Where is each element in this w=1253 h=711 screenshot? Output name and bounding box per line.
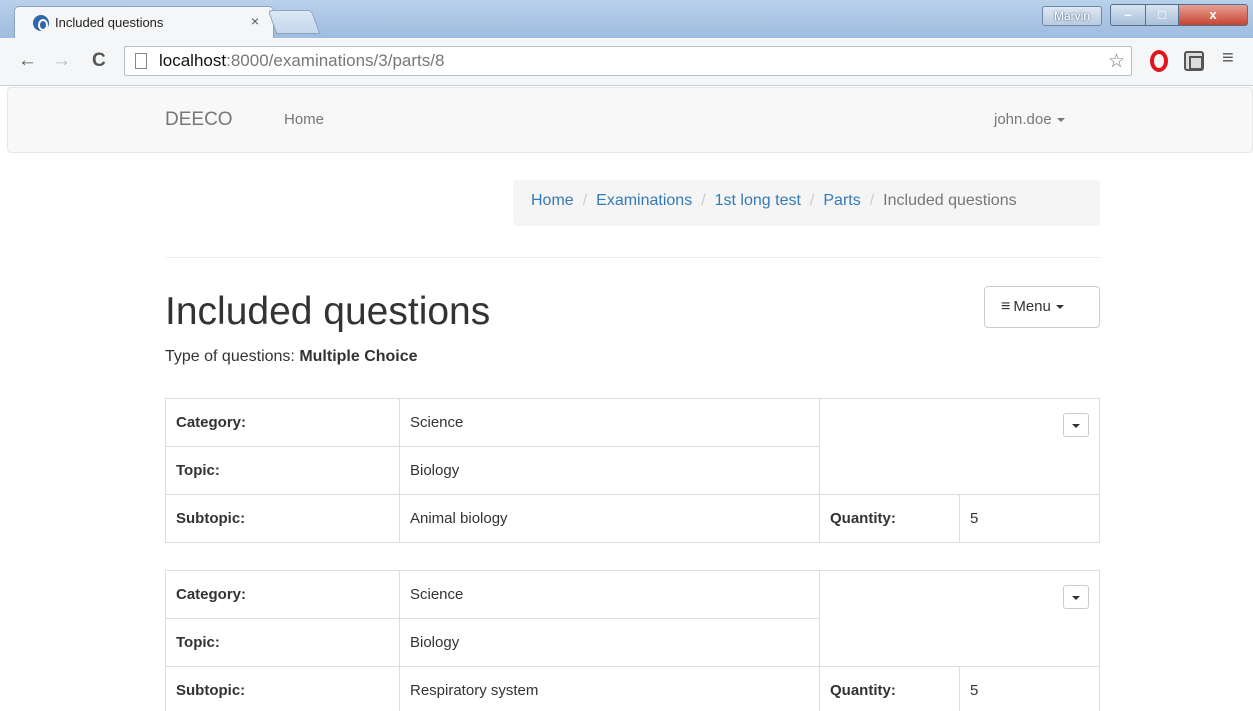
window-close-button[interactable]: x bbox=[1178, 4, 1248, 26]
table-row: Subtopic: Animal biology Quantity: 5 bbox=[165, 494, 1100, 543]
subtopic-label: Subtopic: bbox=[165, 494, 400, 543]
caret-down-icon bbox=[1056, 118, 1065, 123]
breadcrumb-exam[interactable]: 1st long test bbox=[715, 192, 801, 209]
row-dropdown-button[interactable] bbox=[1063, 413, 1089, 437]
user-dropdown[interactable]: john.doe bbox=[994, 111, 1065, 128]
category-value: Science bbox=[399, 570, 820, 619]
question-type-label: Type of questions: bbox=[165, 348, 300, 365]
quantity-value: 5 bbox=[959, 666, 1100, 711]
browser-menu-icon[interactable]: ≡ bbox=[1222, 47, 1234, 70]
hamburger-icon: ≡ bbox=[1001, 298, 1011, 315]
browser-tab[interactable]: Included questions × bbox=[14, 6, 274, 38]
topic-label: Topic: bbox=[165, 446, 400, 495]
category-label: Category: bbox=[165, 398, 400, 447]
nav-home-link[interactable]: Home bbox=[284, 111, 324, 128]
breadcrumb-parts[interactable]: Parts bbox=[823, 192, 860, 209]
subtopic-value: Animal biology bbox=[399, 494, 820, 543]
window-minimize-button[interactable]: – bbox=[1110, 4, 1146, 26]
question-set-table: Category: Science Topic: Biology Subtopi… bbox=[165, 398, 1100, 543]
breadcrumb-separator: / bbox=[809, 192, 815, 209]
reload-icon[interactable]: C bbox=[92, 50, 106, 72]
breadcrumb-separator: / bbox=[701, 192, 706, 209]
question-type-value: Multiple Choice bbox=[299, 348, 418, 365]
tab-close-icon[interactable]: × bbox=[251, 13, 259, 29]
table-row: Category: Science bbox=[165, 570, 1100, 667]
url-host: localhost bbox=[159, 51, 227, 70]
caret-down-icon bbox=[1072, 424, 1080, 428]
caret-down-icon bbox=[1072, 596, 1080, 600]
page-icon bbox=[135, 53, 147, 69]
breadcrumb-current: Included questions bbox=[883, 192, 1017, 209]
table-row: Subtopic: Respiratory system Quantity: 5 bbox=[165, 666, 1100, 711]
back-arrow-icon[interactable]: ← bbox=[18, 50, 37, 72]
breadcrumb: Home / Examinations / 1st long test / Parts / In… bbox=[513, 180, 1100, 226]
brand-link[interactable]: DEECO bbox=[165, 109, 233, 131]
subtopic-value: Respiratory system bbox=[399, 666, 820, 711]
url-path: :8000/examinations/3/parts/8 bbox=[226, 51, 445, 70]
menu-label: Menu bbox=[1013, 298, 1051, 315]
divider bbox=[165, 257, 1100, 258]
url-text[interactable]: localhost:8000/examinations/3/parts/8 bbox=[159, 51, 444, 71]
app-favicon-icon bbox=[33, 15, 49, 31]
extension-icon[interactable] bbox=[1184, 51, 1204, 71]
user-name: john.doe bbox=[994, 111, 1052, 128]
table-row: Category: Science bbox=[165, 398, 1100, 495]
row-dropdown-button[interactable] bbox=[1063, 585, 1089, 609]
opera-extension-icon[interactable] bbox=[1150, 50, 1168, 72]
topic-value: Biology bbox=[399, 618, 820, 667]
address-bar[interactable]: localhost:8000/examinations/3/parts/8 ☆ bbox=[124, 46, 1132, 76]
bookmark-star-icon[interactable]: ☆ bbox=[1108, 50, 1125, 73]
quantity-value: 5 bbox=[959, 494, 1100, 543]
window-maximize-button[interactable]: □ bbox=[1145, 4, 1179, 26]
quantity-label: Quantity: bbox=[819, 666, 960, 711]
browser-user-badge[interactable]: Marvin bbox=[1042, 6, 1102, 26]
app-navbar: DEECO Home john.doe bbox=[7, 87, 1253, 153]
breadcrumb-separator: / bbox=[869, 192, 875, 209]
page-title: Included questions bbox=[165, 290, 491, 333]
quantity-label: Quantity: bbox=[819, 494, 960, 543]
breadcrumb-home[interactable]: Home bbox=[531, 192, 574, 209]
menu-button[interactable]: ≡ Menu bbox=[984, 286, 1100, 328]
browser-titlebar: Included questions × Marvin – □ x bbox=[0, 0, 1253, 38]
question-set-table: Category: Science Topic: Biology Subtopi… bbox=[165, 570, 1100, 711]
category-value: Science bbox=[399, 398, 820, 447]
row-actions bbox=[819, 398, 1100, 495]
subtopic-label: Subtopic: bbox=[165, 666, 400, 711]
caret-down-icon bbox=[1055, 305, 1064, 310]
breadcrumb-separator: / bbox=[582, 192, 588, 209]
tab-title: Included questions bbox=[55, 15, 164, 30]
topic-value: Biology bbox=[399, 446, 820, 495]
category-label: Category: bbox=[165, 570, 400, 619]
question-type: Type of questions: Multiple Choice bbox=[165, 348, 418, 366]
row-actions bbox=[819, 570, 1100, 667]
breadcrumb-examinations[interactable]: Examinations bbox=[596, 192, 692, 209]
browser-toolbar: ← → C localhost:8000/examinations/3/part… bbox=[0, 38, 1253, 86]
new-tab-button[interactable] bbox=[267, 10, 321, 34]
forward-arrow-icon[interactable]: → bbox=[52, 50, 71, 72]
topic-label: Topic: bbox=[165, 618, 400, 667]
